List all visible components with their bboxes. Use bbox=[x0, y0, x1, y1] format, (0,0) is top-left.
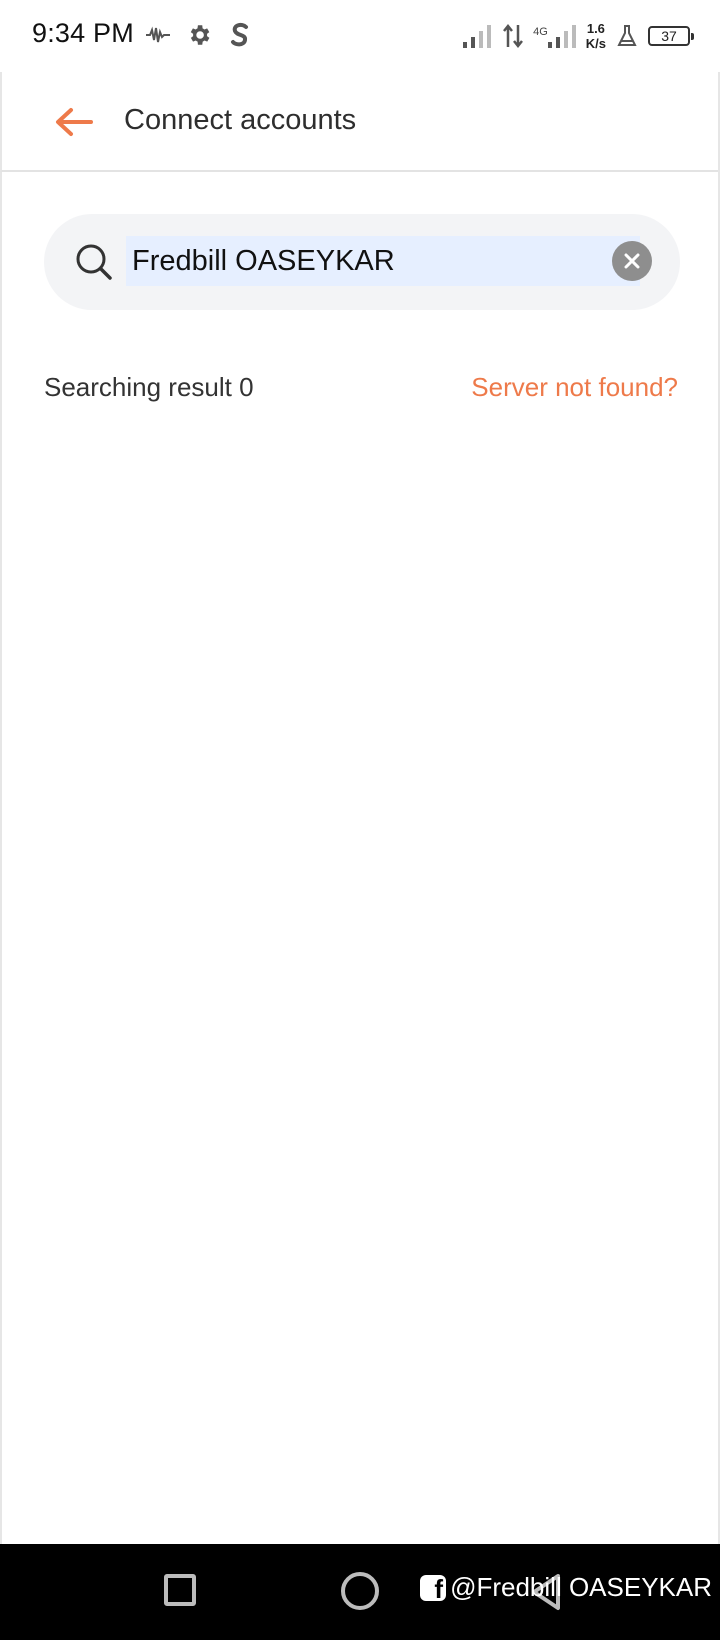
gear-icon bbox=[190, 25, 210, 45]
signal-4g-group: 4G bbox=[533, 24, 576, 48]
network-generation: 4G bbox=[533, 26, 548, 38]
home-button[interactable] bbox=[341, 1572, 379, 1610]
app-bar: Connect accounts bbox=[0, 72, 718, 172]
search-result-count: Searching result 0 bbox=[44, 372, 254, 402]
net-speed-unit: K/s bbox=[585, 36, 606, 51]
status-time: 9:34 PM bbox=[32, 18, 134, 48]
server-not-found-link[interactable]: Server not found? bbox=[471, 372, 678, 403]
status-bar: 9:34 PM 4G 1.6 K/s 37 bbox=[0, 0, 720, 72]
search-bar[interactable] bbox=[44, 214, 680, 310]
status-right-group: 4G 1.6 K/s 37 bbox=[463, 16, 694, 56]
search-input[interactable] bbox=[126, 236, 640, 286]
net-speed: 1.6 K/s bbox=[586, 21, 606, 51]
arrow-left-icon bbox=[56, 108, 93, 136]
clear-search-button[interactable] bbox=[612, 241, 652, 281]
data-arrows-icon bbox=[503, 23, 524, 49]
signal-icon bbox=[463, 25, 492, 48]
battery-icon: 37 bbox=[648, 26, 694, 46]
waveform-icon bbox=[146, 26, 170, 43]
page-title: Connect accounts bbox=[124, 104, 357, 136]
back-button[interactable] bbox=[50, 100, 98, 144]
watermark-text: @Fredbill OASEYKAR bbox=[450, 1572, 712, 1602]
net-speed-value: 1.6 bbox=[586, 21, 605, 36]
recents-button[interactable] bbox=[164, 1574, 196, 1606]
signal-4g-icon bbox=[547, 25, 576, 48]
battery-level: 37 bbox=[661, 28, 677, 44]
flask-icon bbox=[617, 25, 637, 46]
search-icon bbox=[76, 244, 112, 280]
facebook-icon: f bbox=[420, 1574, 447, 1601]
close-icon bbox=[624, 253, 640, 269]
watermark: f @Fredbill OASEYKAR bbox=[420, 1572, 712, 1603]
s-app-icon bbox=[231, 22, 248, 47]
screen: 9:34 PM 4G 1.6 K/s 37 Connect accounts F… bbox=[0, 0, 720, 1640]
navigation-bar: f @Fredbill OASEYKAR bbox=[0, 1544, 720, 1640]
main-content: Searching result 0 Server not found? bbox=[0, 172, 718, 1544]
